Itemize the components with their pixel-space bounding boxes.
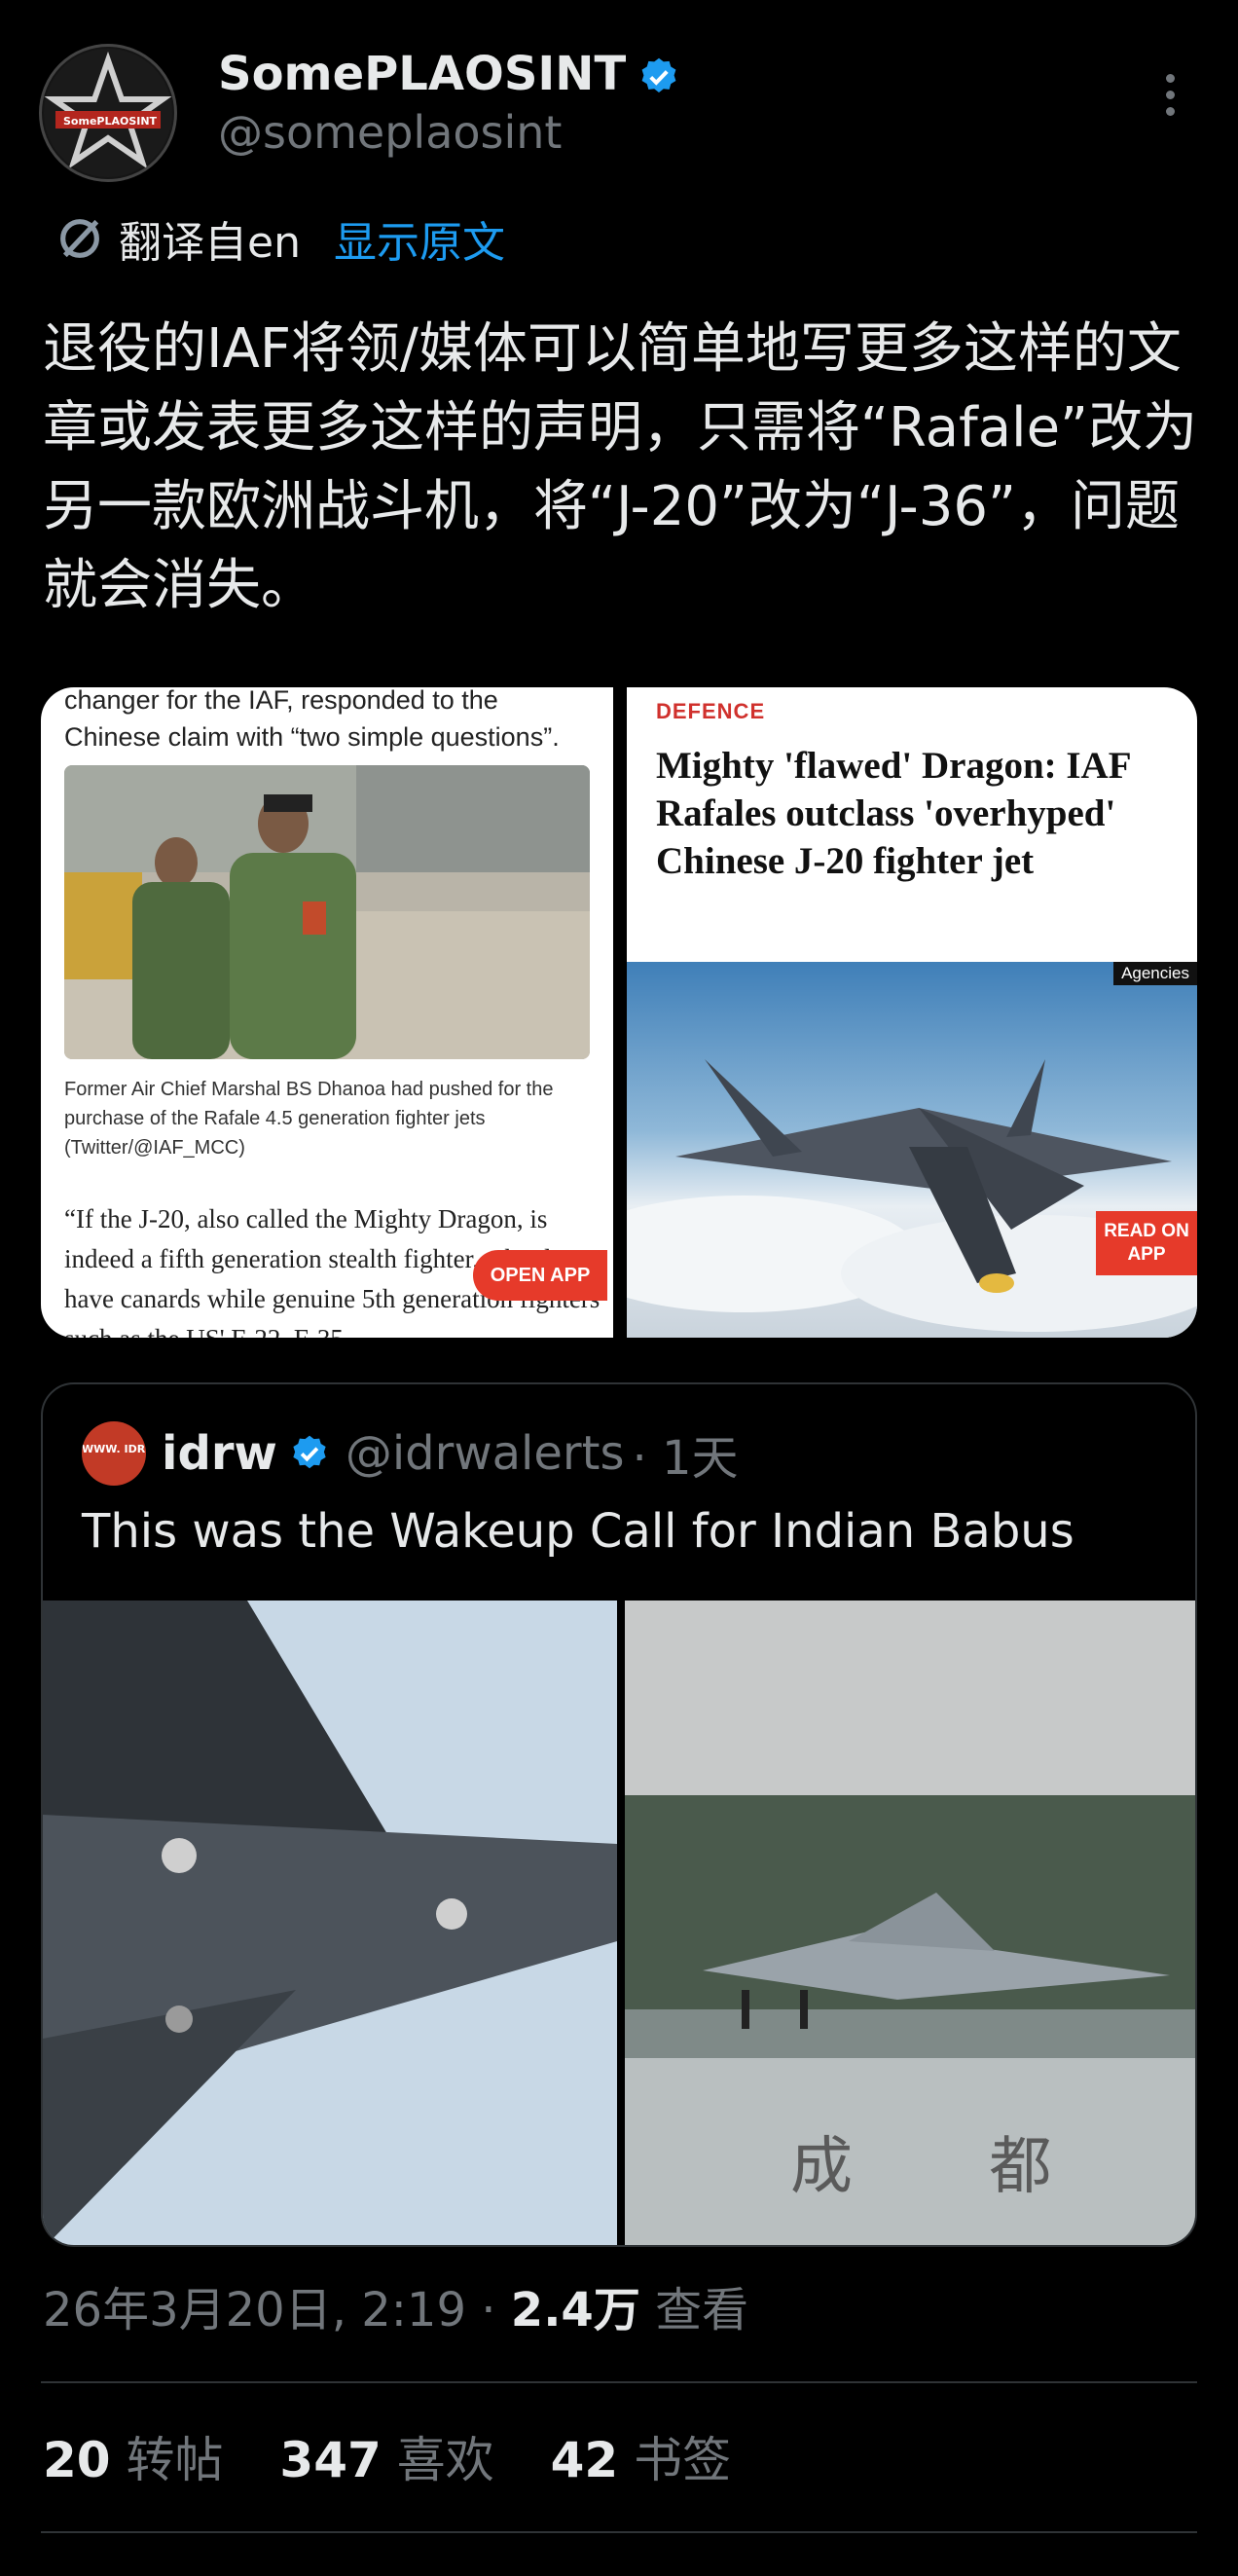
- article-headline: Mighty 'flawed' Dragon: IAF Rafales outc…: [656, 745, 1131, 882]
- quoted-tweet[interactable]: WWW. IDRW.ORG idrw @idrwalerts · 1天 This…: [41, 1382, 1197, 2247]
- verified-badge-icon: [641, 57, 676, 92]
- reposts-count: 20: [43, 2432, 111, 2488]
- quoted-tweet-text: This was the Wakeup Call for Indian Babu…: [82, 1504, 1074, 1559]
- quoted-avatar-text: WWW. IDRW.ORG: [82, 1443, 146, 1455]
- author-avatar[interactable]: SomePLAOSINT: [39, 44, 177, 182]
- article-top-text: changer for the IAF, responded to the Ch…: [64, 687, 560, 752]
- bookmarks-label: 书签: [634, 2432, 732, 2488]
- pilots-photo: [64, 765, 590, 1059]
- tweet-text: 退役的IAF将领/媒体可以简单地写更多这样的文章或发表更多这样的声明，只需将“R…: [43, 317, 1198, 617]
- avatar-text: SomePLAOSINT: [63, 115, 158, 128]
- verified-badge-icon: [293, 1435, 326, 1469]
- likes-label: 喜欢: [396, 2432, 494, 2488]
- runway-sign-text: 成 都: [790, 2131, 1111, 2203]
- media-image-left[interactable]: changer for the IAF, responded to the Ch…: [41, 687, 613, 1338]
- quoted-avatar[interactable]: WWW. IDRW.ORG: [82, 1421, 146, 1486]
- quoted-author-name[interactable]: idrw: [162, 1426, 277, 1481]
- divider: [41, 2531, 1197, 2533]
- quoted-tweet-header: WWW. IDRW.ORG idrw @idrwalerts · 1天: [82, 1419, 739, 1488]
- quoted-image-left[interactable]: [43, 1601, 617, 2245]
- photo-credit: Agencies: [1113, 962, 1197, 985]
- translate-icon: [60, 219, 99, 258]
- read-on-app-button[interactable]: READ ON APP: [1096, 1211, 1197, 1275]
- tweet-media[interactable]: changer for the IAF, responded to the Ch…: [41, 687, 1197, 1338]
- tweet-meta: 26年3月20日, 2:19 · 2.4万 查看: [43, 2276, 748, 2344]
- bookmarks-stat[interactable]: 42 书签: [551, 2432, 732, 2488]
- translation-bar: 翻译自en 显示原文: [55, 206, 505, 271]
- photo-caption: Former Air Chief Marshal BS Dhanoa had p…: [64, 1079, 554, 1159]
- star-logo-icon: [44, 49, 172, 177]
- open-app-button[interactable]: OPEN APP: [473, 1250, 607, 1301]
- likes-stat[interactable]: 347 喜欢: [279, 2432, 493, 2488]
- media-image-right[interactable]: DEFENCE Mighty 'flawed' Dragon: IAF Rafa…: [627, 687, 1197, 1338]
- author-name[interactable]: SomePLAOSINT: [218, 45, 680, 103]
- reposts-stat[interactable]: 20 转帖: [43, 2432, 224, 2488]
- author-name-text[interactable]: SomePLAOSINT: [218, 47, 626, 101]
- section-label: DEFENCE: [656, 699, 766, 723]
- bookmarks-count: 42: [550, 2432, 619, 2488]
- show-original-link[interactable]: 显示原文: [334, 207, 505, 270]
- quoted-image-right[interactable]: 成 都: [625, 1601, 1195, 2245]
- engagement-stats: 20 转帖 347 喜欢 42 书签: [43, 2426, 772, 2494]
- likes-count: 347: [279, 2432, 382, 2488]
- author-handle[interactable]: @someplaosint: [218, 105, 562, 160]
- view-count: 2.4万: [510, 2283, 640, 2337]
- divider: [41, 2381, 1197, 2383]
- quoted-media[interactable]: 成 都: [43, 1601, 1195, 2245]
- views-label: 查看: [639, 2283, 749, 2337]
- translated-from-label: 翻译自en: [119, 218, 301, 268]
- more-options-icon[interactable]: [1154, 74, 1185, 123]
- j20-photo: Agencies: [627, 962, 1197, 1338]
- tweet-datetime[interactable]: 26年3月20日, 2:19: [43, 2283, 466, 2337]
- meta-separator: ·: [466, 2283, 511, 2337]
- quoted-author-handle[interactable]: @idrwalerts: [346, 1426, 625, 1481]
- reposts-label: 转帖: [126, 2432, 224, 2488]
- quoted-time: · 1天: [632, 1431, 739, 1486]
